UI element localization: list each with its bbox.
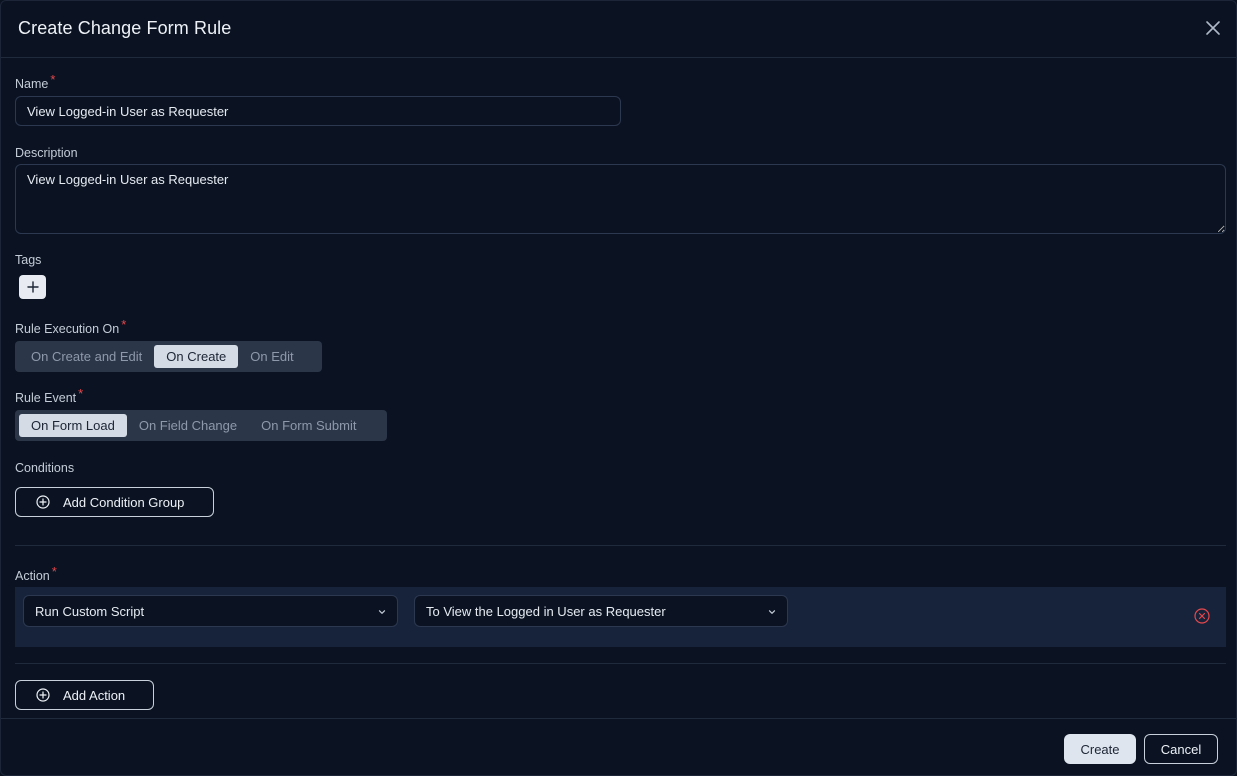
name-label: Name * xyxy=(15,72,55,91)
divider xyxy=(15,545,1226,546)
name-label-text: Name xyxy=(15,77,49,91)
action-label-text: Action xyxy=(15,569,50,583)
action-type-select[interactable]: Run Custom Script xyxy=(23,595,398,627)
plus-circle-icon xyxy=(36,495,50,509)
description-textarea[interactable]: View Logged-in User as Requester xyxy=(15,164,1226,234)
action-type-value: Run Custom Script xyxy=(35,603,145,619)
chevron-down-icon xyxy=(768,610,776,614)
dialog-header: Create Change Form Rule xyxy=(1,1,1236,58)
add-action-label: Add Action xyxy=(63,687,126,703)
footer-divider xyxy=(1,718,1236,719)
add-condition-group-label: Add Condition Group xyxy=(63,494,185,510)
close-icon xyxy=(1206,21,1220,35)
action-label: Action * xyxy=(15,564,57,583)
segment-on-create[interactable]: On Create xyxy=(154,345,239,368)
conditions-label: Conditions xyxy=(15,461,75,475)
rule-execution-label-text: Rule Execution On xyxy=(15,322,120,336)
dialog-title: Create Change Form Rule xyxy=(18,18,232,38)
create-change-form-rule-dialog: Create Change Form Rule Name* Descriptio… xyxy=(0,0,1237,776)
action-row: Run Custom Script To View the Logged in … xyxy=(15,587,1226,647)
segment-on-form-submit[interactable]: On Form Submit xyxy=(249,414,368,437)
rule-event-segmented-control: On Form Load On Field Change On Form Sub… xyxy=(15,410,387,441)
tags-label: Tags xyxy=(15,253,42,267)
segment-on-edit[interactable]: On Edit xyxy=(238,345,305,368)
add-action-button[interactable]: Add Action xyxy=(15,680,154,710)
segment-on-field-change[interactable]: On Field Change xyxy=(127,414,249,437)
segment-on-create-and-edit[interactable]: On Create and Edit xyxy=(19,345,154,368)
required-mark: * xyxy=(51,564,57,579)
close-button[interactable] xyxy=(1204,19,1222,37)
name-input[interactable] xyxy=(15,96,621,126)
add-condition-group-button[interactable]: Add Condition Group xyxy=(15,487,214,517)
description-label: Description xyxy=(15,146,78,160)
required-mark: * xyxy=(78,386,84,401)
segment-on-form-load[interactable]: On Form Load xyxy=(19,414,127,437)
rule-execution-segmented-control: On Create and Edit On Create On Edit xyxy=(15,341,322,372)
add-tag-button[interactable] xyxy=(19,275,46,299)
create-button[interactable]: Create xyxy=(1064,734,1136,764)
chevron-down-icon xyxy=(378,610,386,614)
rule-execution-label: Rule Execution On * xyxy=(15,317,126,336)
script-select[interactable]: To View the Logged in User as Requester xyxy=(414,595,788,627)
remove-circle-icon xyxy=(1194,608,1210,624)
script-value: To View the Logged in User as Requester xyxy=(426,603,666,619)
required-mark: * xyxy=(121,317,127,332)
plus-circle-icon xyxy=(36,688,50,702)
rule-event-label-text: Rule Event xyxy=(15,391,77,405)
remove-action-button[interactable] xyxy=(1194,608,1210,629)
plus-icon xyxy=(26,281,39,293)
divider xyxy=(15,663,1226,664)
cancel-button[interactable]: Cancel xyxy=(1144,734,1218,764)
required-mark: * xyxy=(50,72,56,87)
rule-event-label: Rule Event * xyxy=(15,386,83,405)
